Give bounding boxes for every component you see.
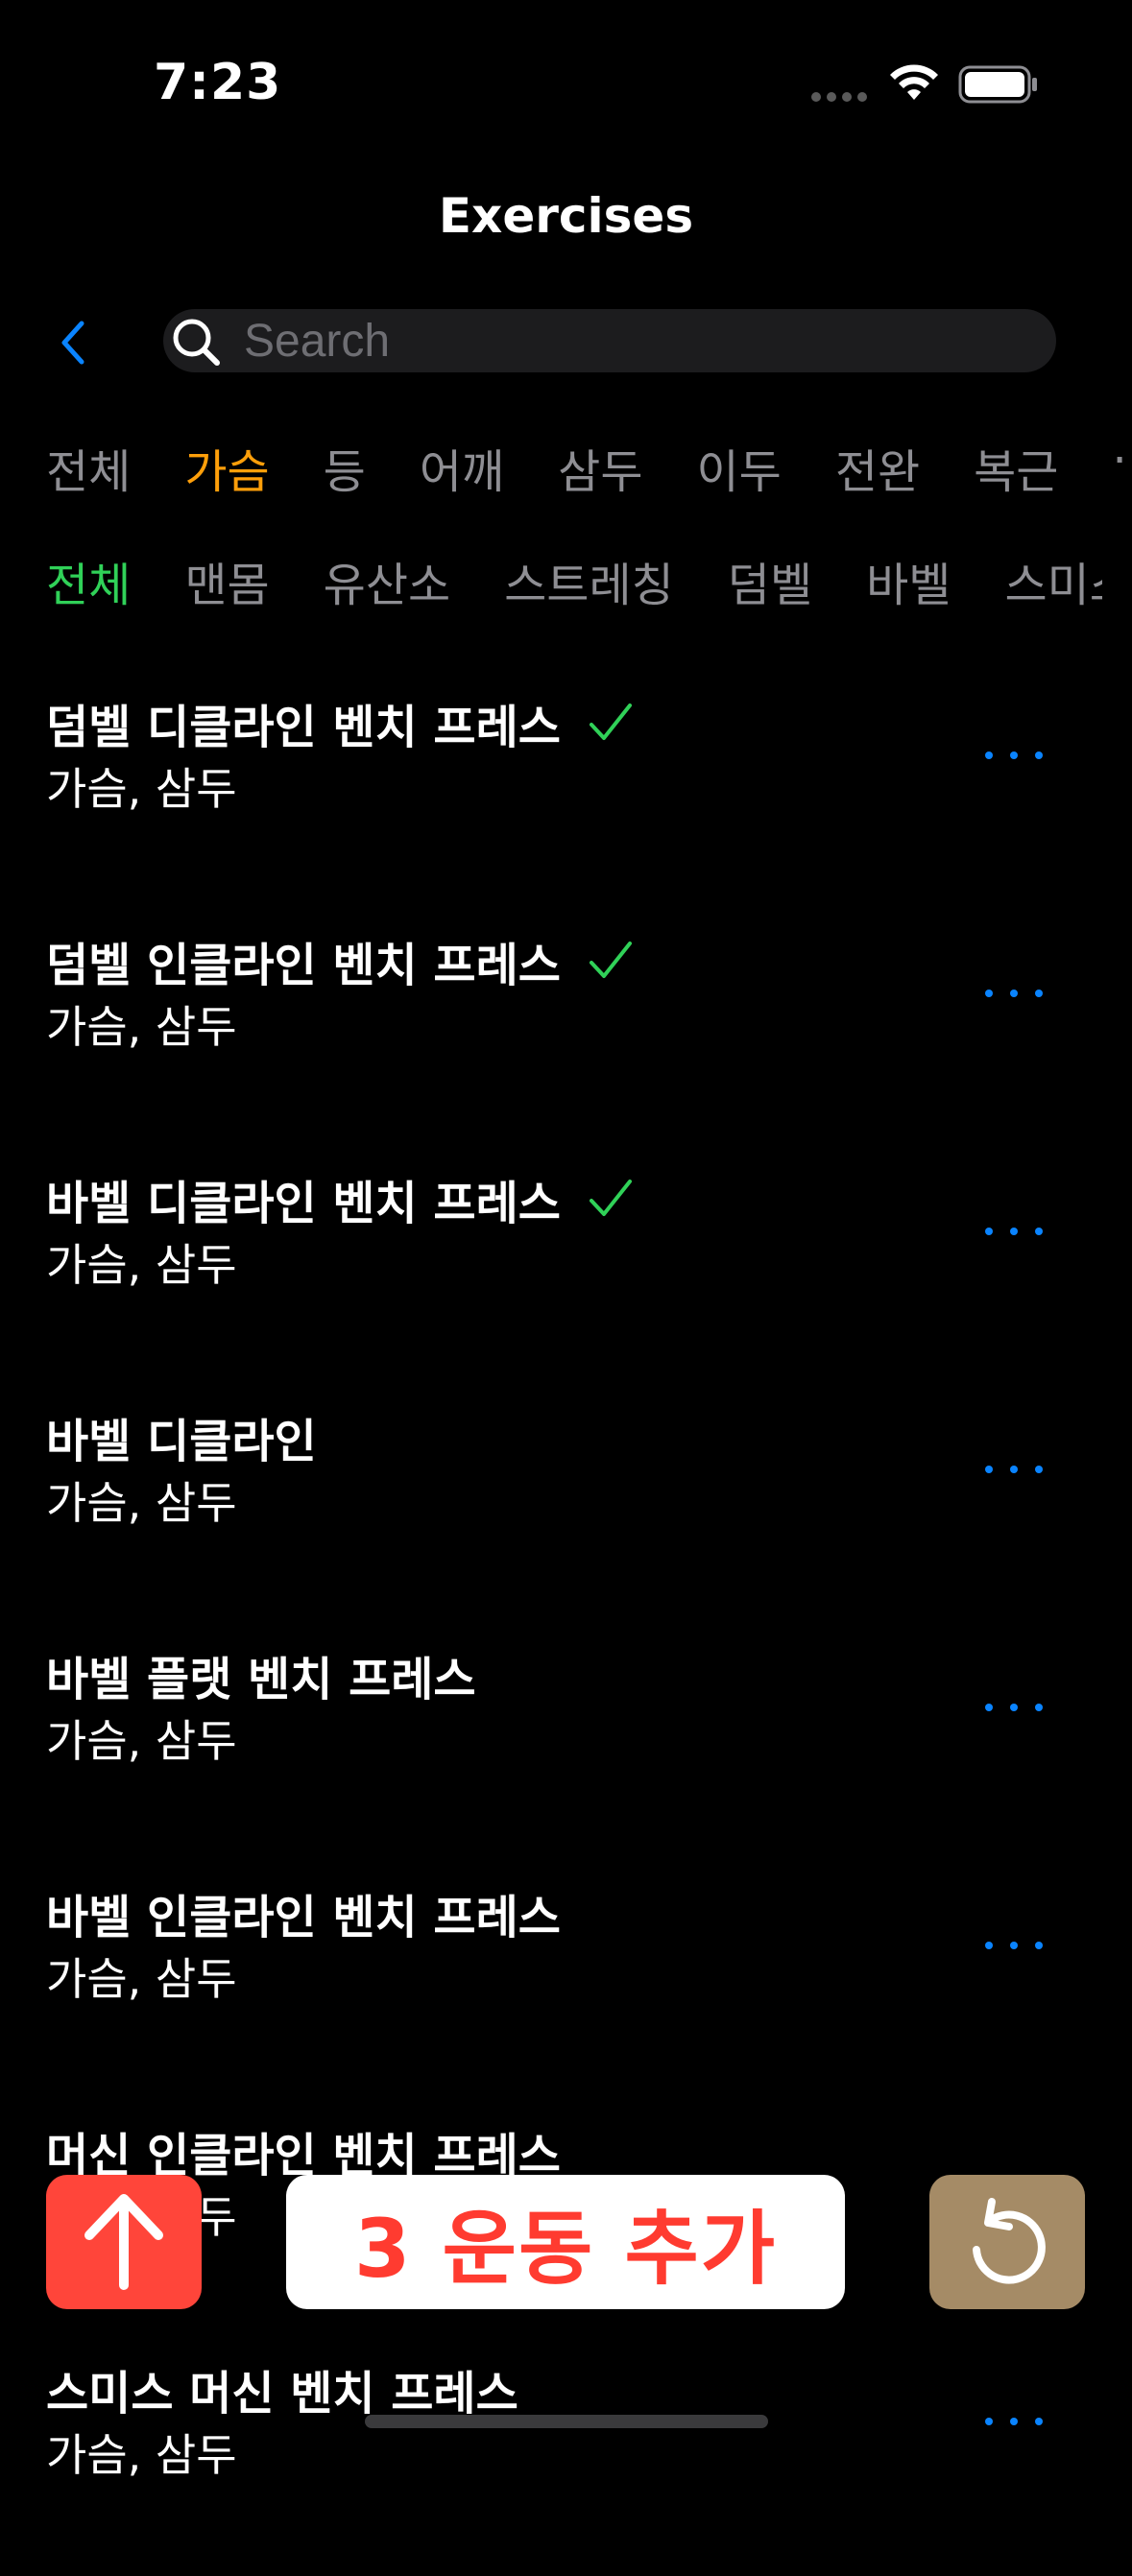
home-indicator bbox=[365, 2415, 768, 2428]
exercise-name-row: 덤벨 디클라인 벤치 프레스 bbox=[46, 689, 634, 756]
muscle-filter-bar: 전체 가슴 등 어깨 삼두 이두 전완 복근 · bbox=[46, 434, 1132, 501]
exercise-name: 바벨 플랫 벤치 프레스 bbox=[46, 1653, 476, 1706]
more-options-button[interactable] bbox=[985, 1455, 1043, 1484]
more-options-button[interactable] bbox=[985, 1931, 1043, 1960]
exercise-row[interactable]: 바벨 디클라인 가슴, 삼두 bbox=[0, 1386, 1132, 1624]
exercise-name-row: 바벨 디클라인 bbox=[46, 1403, 317, 1470]
equipment-filter-all[interactable]: 전체 bbox=[46, 547, 131, 614]
page-title: Exercises bbox=[438, 188, 694, 244]
exercise-muscles: 가슴, 삼두 bbox=[46, 1239, 237, 1291]
equipment-filter-smith[interactable]: 스미스 bbox=[1004, 547, 1102, 614]
muscle-filter-abs[interactable]: 복근 bbox=[974, 434, 1058, 501]
exercise-muscles: 가슴, 삼두 bbox=[46, 1953, 237, 2005]
exercise-name: 스미스 머신 벤치 프레스 bbox=[46, 2367, 518, 2421]
more-filters-indicator: · bbox=[1112, 434, 1127, 488]
exercise-name: 바벨 디클라인 벤치 프레스 bbox=[46, 1177, 561, 1230]
more-options-button[interactable] bbox=[985, 2407, 1043, 2436]
muscle-filter-biceps[interactable]: 이두 bbox=[696, 434, 781, 501]
muscle-filter-chest[interactable]: 가슴 bbox=[184, 434, 269, 501]
checkmark-icon bbox=[589, 1180, 632, 1216]
status-bar: 7:23 bbox=[0, 0, 1132, 144]
back-button[interactable] bbox=[48, 309, 98, 376]
muscle-filter-triceps[interactable]: 삼두 bbox=[558, 434, 642, 501]
reset-button[interactable] bbox=[929, 2175, 1085, 2309]
more-options-button[interactable] bbox=[985, 741, 1043, 770]
equipment-filter-dumbbell[interactable]: 덤벨 bbox=[728, 547, 812, 614]
muscle-filter-all[interactable]: 전체 bbox=[46, 434, 131, 501]
equipment-filter-bodyweight[interactable]: 맨몸 bbox=[184, 547, 269, 614]
exercise-name-row: 바벨 플랫 벤치 프레스 bbox=[46, 1641, 476, 1708]
exercise-name-row: 덤벨 인클라인 벤치 프레스 bbox=[46, 927, 634, 994]
more-options-button[interactable] bbox=[985, 1693, 1043, 1722]
wifi-icon bbox=[890, 64, 938, 100]
exercise-name: 바벨 인클라인 벤치 프레스 bbox=[46, 1891, 561, 1944]
exercise-row[interactable]: 스미스 머신 벤치 프레스 가슴, 삼두 bbox=[0, 2338, 1132, 2576]
exercise-name: 덤벨 인클라인 벤치 프레스 bbox=[46, 939, 561, 992]
search-input[interactable] bbox=[244, 315, 1031, 367]
add-exercises-button[interactable]: 3 운동 추가 bbox=[286, 2175, 845, 2309]
exercise-name-row: 스미스 머신 벤치 프레스 bbox=[46, 2355, 518, 2422]
exercise-name: 덤벨 디클라인 벤치 프레스 bbox=[46, 701, 561, 754]
more-options-button[interactable] bbox=[985, 1217, 1043, 1246]
equipment-filter-stretching[interactable]: 스트레칭 bbox=[504, 547, 674, 614]
exercise-muscles: 가슴, 삼두 bbox=[46, 2429, 237, 2481]
exercise-row[interactable]: 덤벨 디클라인 벤치 프레스 가슴, 삼두 bbox=[0, 672, 1132, 910]
exercise-muscles: 가슴, 삼두 bbox=[46, 763, 237, 815]
exercise-name-row: 바벨 디클라인 벤치 프레스 bbox=[46, 1165, 634, 1232]
arrow-up-icon bbox=[84, 2194, 163, 2290]
equipment-filter-bar: 전체 맨몸 유산소 스트레칭 덤벨 바벨 스미스 bbox=[46, 547, 1102, 614]
search-icon bbox=[173, 319, 220, 366]
exercise-row[interactable]: 덤벨 인클라인 벤치 프레스 가슴, 삼두 bbox=[0, 910, 1132, 1148]
equipment-filter-barbell[interactable]: 바벨 bbox=[866, 547, 951, 614]
status-time: 7:23 bbox=[154, 54, 282, 111]
exercise-name: 바벨 디클라인 bbox=[46, 1415, 317, 1468]
exercise-row[interactable]: 바벨 인클라인 벤치 프레스 가슴, 삼두 bbox=[0, 1862, 1132, 2100]
exercise-name-row: 바벨 인클라인 벤치 프레스 bbox=[46, 1879, 561, 1946]
exercise-muscles: 가슴, 삼두 bbox=[46, 1001, 237, 1053]
muscle-filter-back[interactable]: 등 bbox=[324, 434, 366, 501]
cellular-signal-icon bbox=[811, 92, 867, 102]
battery-icon bbox=[958, 65, 1037, 104]
exercise-row[interactable]: 바벨 디클라인 벤치 프레스 가슴, 삼두 bbox=[0, 1148, 1132, 1386]
checkmark-icon bbox=[589, 704, 632, 740]
more-options-button[interactable] bbox=[985, 979, 1043, 1008]
equipment-filter-cardio[interactable]: 유산소 bbox=[324, 547, 450, 614]
exercise-row[interactable]: 바벨 플랫 벤치 프레스 가슴, 삼두 bbox=[0, 1624, 1132, 1862]
scroll-to-top-button[interactable] bbox=[46, 2175, 202, 2309]
exercise-muscles: 가슴, 삼두 bbox=[46, 1715, 237, 1767]
rotate-ccw-icon bbox=[973, 2198, 1046, 2284]
muscle-filter-shoulders[interactable]: 어깨 bbox=[420, 434, 504, 501]
exercise-muscles: 가슴, 삼두 bbox=[46, 1477, 237, 1529]
search-bar[interactable] bbox=[163, 309, 1056, 372]
muscle-filter-forearms[interactable]: 전완 bbox=[835, 434, 920, 501]
chevron-left-icon bbox=[61, 321, 84, 365]
checkmark-icon bbox=[589, 942, 632, 978]
